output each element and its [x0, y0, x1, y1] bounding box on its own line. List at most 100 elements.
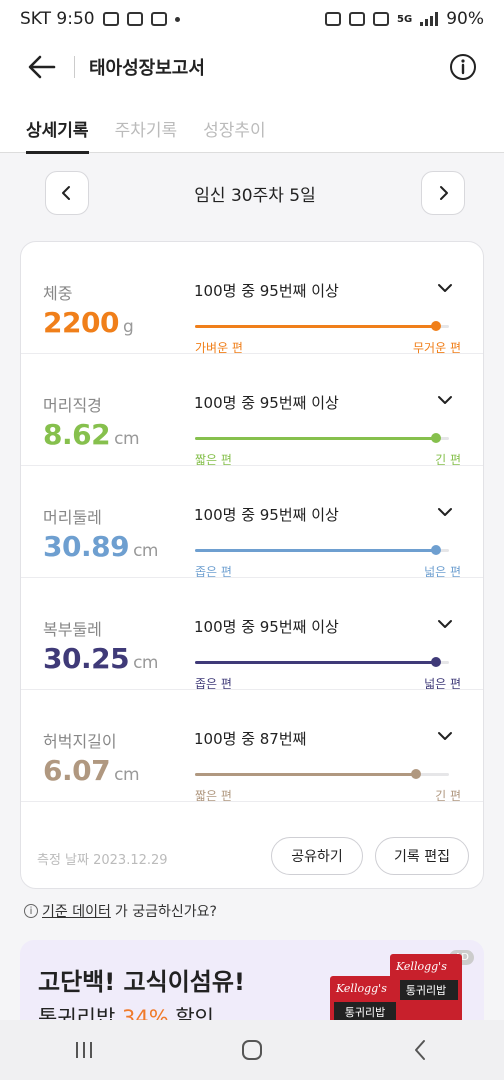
mute-icon: [373, 12, 390, 26]
more-notifications-icon: [174, 16, 180, 22]
prev-week-button[interactable]: [45, 171, 89, 215]
metric-row[interactable]: 머리둘레 30.89 cm 100명 중 95번째 이상 좁은 편 넓은 편: [21, 466, 483, 579]
system-back-icon: [415, 1040, 425, 1060]
recent-apps-icon: [76, 1042, 92, 1058]
chevron-down-icon[interactable]: [437, 394, 453, 406]
network-type: 5G: [397, 13, 413, 25]
metric-unit: cm: [114, 429, 140, 449]
carrier-time: SKT 9:50: [20, 9, 95, 29]
metric-rank: 100명 중 87번째: [194, 730, 307, 748]
metric-value-group: 6.07 cm: [43, 754, 140, 787]
chevron-right-icon: [440, 186, 448, 200]
ad-banner[interactable]: 고단백! 고식이섬유! 통귀리밥 34% 할인 AD Kellogg's 통귀리…: [20, 940, 484, 1030]
reference-data-suffix: 가 궁금하신가요?: [114, 904, 217, 920]
system-back-button[interactable]: [400, 1035, 440, 1065]
info-small-icon: i: [24, 904, 38, 918]
reference-data-help: i 기준 데이터 가 궁금하신가요?: [24, 901, 217, 921]
home-icon: [242, 1040, 262, 1060]
signal-icon: [420, 12, 439, 26]
metric-label: 복부둘레: [43, 620, 102, 639]
info-circle-icon: [450, 54, 476, 80]
product-name-front: 통귀리밥: [334, 1002, 396, 1022]
metric-label: 허벅지길이: [43, 732, 117, 751]
product-box-back: Kellogg's 통귀리밥: [390, 954, 462, 1030]
recent-apps-button[interactable]: [64, 1035, 104, 1065]
chevron-down-icon[interactable]: [437, 618, 453, 630]
tab-weekly-record[interactable]: 주차기록: [115, 96, 178, 153]
percentile-marker: [431, 433, 442, 443]
percentile-fill: [195, 549, 437, 552]
chevron-down-icon[interactable]: [437, 282, 453, 294]
next-week-button[interactable]: [421, 171, 465, 215]
percentile-fill: [195, 437, 437, 440]
metric-row[interactable]: 머리직경 8.62 cm 100명 중 95번째 이상 짧은 편긴 편: [21, 354, 483, 467]
title-divider: [74, 56, 75, 78]
percentile-marker: [431, 321, 442, 331]
percentile-marker: [410, 769, 421, 779]
share-button[interactable]: 공유하기: [271, 837, 363, 875]
metric-row[interactable]: 허벅지길이 6.07 cm 100명 중 87번째 짧은 편긴 편: [21, 690, 483, 803]
metric-rank: 100명 중 95번째 이상: [194, 282, 339, 300]
product-brand-front: Kellogg's: [336, 982, 387, 995]
alarm-icon: [325, 12, 342, 26]
percentile-track: [195, 657, 449, 667]
percentile-track: [195, 321, 449, 331]
chevron-down-icon[interactable]: [437, 506, 453, 518]
tab-bar: 상세기록 주차기록 성장추이: [0, 96, 504, 154]
percentile-marker: [431, 657, 442, 667]
battery-level: 90%: [446, 9, 484, 29]
edit-record-button[interactable]: 기록 편집: [375, 837, 469, 875]
percentile-track: [195, 769, 449, 779]
tab-growth-trend[interactable]: 성장추이: [203, 96, 266, 153]
tab-detail-record[interactable]: 상세기록: [26, 96, 89, 154]
metric-value-group: 30.25 cm: [43, 642, 158, 675]
metric-unit: cm: [133, 653, 158, 673]
status-bar: SKT 9:50 5G 90%: [0, 0, 504, 38]
metric-label: 머리둘레: [43, 508, 102, 527]
product-name: 통귀리밥: [394, 980, 458, 1000]
metric-value-group: 30.89 cm: [43, 530, 158, 563]
percentile-fill: [195, 325, 437, 328]
metric-label: 체중: [43, 284, 73, 303]
chevron-down-icon[interactable]: [437, 730, 453, 742]
percentile-marker: [431, 545, 442, 555]
metric-value: 8.62: [43, 418, 111, 451]
wifi-icon: [349, 12, 366, 26]
app-bar: 태아성장보고서: [0, 38, 504, 96]
cloud-notification-icon: [150, 12, 167, 26]
metric-value: 6.07: [43, 754, 111, 787]
metric-label: 머리직경: [43, 396, 102, 415]
percentile-track: [195, 545, 449, 555]
arrow-left-icon: [28, 55, 56, 79]
metric-rank: 100명 중 95번째 이상: [194, 394, 339, 412]
metric-unit: cm: [133, 541, 158, 561]
chevron-left-icon: [62, 186, 70, 200]
week-navigator: 임신 30주차 5일: [45, 171, 465, 215]
metric-rank: 100명 중 95번째 이상: [194, 506, 339, 524]
percentile-fill: [195, 773, 416, 776]
ad-title: 고단백! 고식이섬유!: [38, 968, 245, 996]
metric-value-group: 2200 g: [43, 306, 134, 339]
reference-data-link[interactable]: 기준 데이터: [42, 901, 111, 921]
week-label: 임신 30주차 5일: [194, 185, 316, 206]
metric-unit: g: [122, 317, 134, 337]
back-button[interactable]: [22, 47, 62, 87]
info-button[interactable]: [448, 52, 478, 82]
percentile-fill: [195, 661, 437, 664]
metric-row[interactable]: 체중 2200 g 100명 중 95번째 이상 가벼운 편 무거운 편: [21, 242, 483, 355]
home-button[interactable]: [232, 1035, 272, 1065]
metric-value: 30.89: [43, 530, 130, 563]
percentile-track: [195, 433, 449, 443]
gallery-notification-icon: [126, 12, 143, 26]
metric-value-group: 8.62 cm: [43, 418, 140, 451]
page-title: 태아성장보고서: [89, 58, 205, 79]
system-nav-bar: [0, 1020, 504, 1080]
metric-value: 30.25: [43, 642, 130, 675]
metric-row[interactable]: 복부둘레 30.25 cm 100명 중 95번째 이상 좁은 편 넓은 편: [21, 578, 483, 691]
measure-date: 측정 날짜 2023.12.29: [37, 853, 168, 868]
card-footer: 측정 날짜 2023.12.29 공유하기 기록 편집: [21, 802, 483, 888]
growth-record-card: 체중 2200 g 100명 중 95번째 이상 가벼운 편 무거운 편 머리직경 8.62 c…: [20, 241, 484, 889]
product-brand: Kellogg's: [396, 960, 447, 973]
metric-rank: 100명 중 95번째 이상: [194, 618, 339, 636]
metric-value: 2200: [43, 306, 119, 339]
